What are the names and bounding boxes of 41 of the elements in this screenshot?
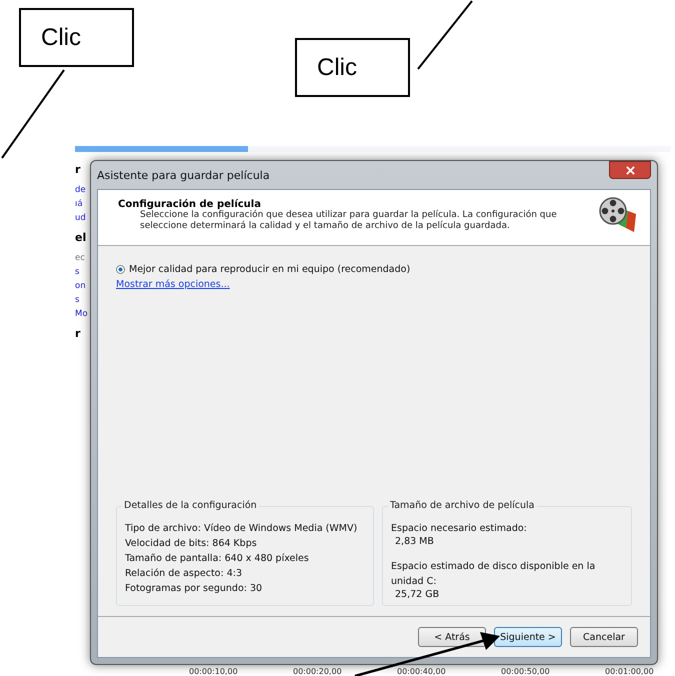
window-title: Asistente para guardar película: [97, 168, 270, 182]
option-label: Mejor calidad para reproducir en mi equipo (recomendado): [129, 264, 410, 275]
radio-button[interactable]: [116, 265, 125, 274]
size-value: 25,72 GB: [394, 589, 440, 600]
partial-link[interactable]: on: [75, 280, 86, 292]
description-text: Seleccione la configuración que desea utilizar para guardar la película. La configuración que seleccione determinará la calidad y el tamaño de archivo de la película guardada.: [139, 210, 558, 232]
group-title: Detalles de la configuración: [122, 500, 259, 511]
partial-link[interactable]: de: [75, 184, 86, 196]
close-icon: [626, 166, 634, 174]
dialog-button[interactable]: Cancelar: [570, 627, 638, 647]
timeline-label: 00:00:10,00: [189, 667, 239, 676]
size-value: 2,83 MB: [394, 536, 435, 547]
callout-label: Clic: [19, 8, 134, 67]
more-options-link[interactable]: Mostrar más opciones...: [116, 279, 230, 290]
partial-link[interactable]: s: [75, 266, 80, 278]
partial-text: ec: [75, 252, 85, 264]
size-label: Espacio necesario estimado:: [391, 522, 528, 536]
detail-text: Tamaño de pantalla: 640 x 480 píxeles: [125, 552, 310, 566]
partial-heading: r: [75, 164, 80, 176]
detail-text: Tipo de archivo: Vídeo de Windows Media (WMV): [125, 522, 358, 536]
timeline-label: 00:00:40,00: [397, 667, 447, 676]
partial-link[interactable]: ıá: [75, 198, 83, 210]
partial-heading: el: [75, 232, 86, 244]
close-button[interactable]: [609, 161, 651, 179]
detail-text: Fotogramas por segundo: 30: [125, 582, 264, 596]
dialog-button[interactable]: Siguiente >: [494, 627, 562, 647]
timeline-label: 00:00:20,00: [293, 667, 343, 676]
partial-link[interactable]: s: [75, 294, 80, 306]
partial-link[interactable]: Mo: [75, 308, 88, 320]
partial-link[interactable]: ud: [75, 212, 86, 224]
timeline-label: 00:00:50,00: [501, 667, 551, 676]
timeline-label: 00:01:00,00: [605, 667, 655, 676]
group-title: Tamaño de archivo de película: [388, 500, 536, 511]
leader-line: [417, 0, 473, 70]
callout-label: Clic: [295, 38, 410, 97]
size-label: Espacio estimado de disco disponible en la unidad C:: [391, 560, 596, 589]
section-title: Configuración de película: [118, 199, 261, 210]
partial-heading: r: [75, 328, 80, 340]
dialog-button[interactable]: < Atrás: [418, 627, 486, 647]
detail-text: Velocidad de bits: 864 Kbps: [125, 537, 258, 551]
detail-text: Relación de aspecto: 4:3: [125, 567, 244, 581]
